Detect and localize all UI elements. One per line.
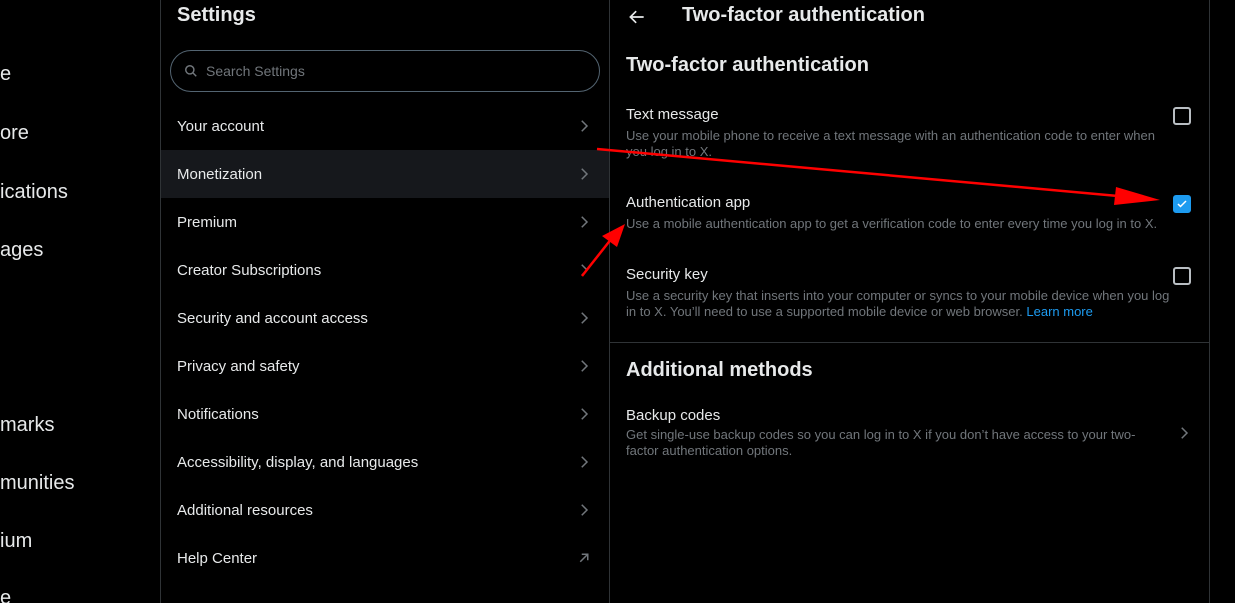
option-label: Text message <box>626 106 719 123</box>
learn-more-link[interactable]: Learn more <box>1026 304 1092 319</box>
checkmark-icon <box>1177 200 1187 208</box>
settings-item-premium[interactable]: Premium <box>161 198 609 246</box>
search-box[interactable] <box>170 50 600 92</box>
chevron-right-icon <box>581 360 589 372</box>
settings-menu: Your account Monetization Premium Creato… <box>161 102 609 582</box>
settings-item-label: Your account <box>177 117 265 135</box>
section-title-additional-methods: Additional methods <box>626 359 813 381</box>
settings-item-label: Notifications <box>177 405 259 423</box>
settings-item-label: Privacy and safety <box>177 357 300 375</box>
settings-item-creator-subscriptions[interactable]: Creator Subscriptions <box>161 246 609 294</box>
nav-item-notifications[interactable]: ications <box>0 181 68 204</box>
settings-item-label: Monetization <box>177 165 263 183</box>
backup-codes-row[interactable]: Backup codes Get single-use backup codes… <box>626 407 1191 459</box>
settings-item-security[interactable]: Security and account access <box>161 294 609 342</box>
option-text-message[interactable]: Text message Use your mobile phone to re… <box>626 106 1191 160</box>
settings-item-help-center[interactable]: Help Center <box>161 534 609 582</box>
option-description: Use a mobile authentication app to get a… <box>626 216 1158 231</box>
two-factor-panel: Two-factor authentication Two-factor aut… <box>609 0 1210 603</box>
settings-item-label: Creator Subscriptions <box>177 261 322 279</box>
chevron-right-icon <box>581 312 589 324</box>
chevron-right-icon <box>581 216 589 228</box>
chevron-right-icon <box>581 120 589 132</box>
nav-item-messages[interactable]: ages <box>0 239 43 262</box>
external-link-icon <box>579 553 589 563</box>
option-description: Use your mobile phone to receive a text … <box>626 128 1155 159</box>
settings-panel: Settings Your account Monetization Premi… <box>160 0 610 603</box>
option-authentication-app[interactable]: Authentication app Use a mobile authenti… <box>626 194 1191 232</box>
back-arrow-icon[interactable] <box>627 7 647 27</box>
backup-codes-description: Get single-use backup codes so you can l… <box>626 427 1136 458</box>
nav-item-home[interactable]: e <box>0 63 11 86</box>
nav-item-bookmarks[interactable]: marks <box>0 414 54 437</box>
settings-item-notifications[interactable]: Notifications <box>161 390 609 438</box>
chevron-right-icon <box>1181 427 1189 439</box>
left-navigation: e ore ications ages marks munities ium e <box>0 0 160 603</box>
option-label: Security key <box>626 266 708 283</box>
chevron-right-icon <box>581 408 589 420</box>
settings-item-accessibility[interactable]: Accessibility, display, and languages <box>161 438 609 486</box>
section-divider <box>609 342 1209 343</box>
settings-item-your-account[interactable]: Your account <box>161 102 609 150</box>
settings-title: Settings <box>177 4 256 26</box>
authentication-app-checkbox[interactable] <box>1173 195 1191 213</box>
nav-item-communities[interactable]: munities <box>0 472 74 495</box>
option-label: Authentication app <box>626 194 751 211</box>
settings-item-additional-resources[interactable]: Additional resources <box>161 486 609 534</box>
security-key-checkbox[interactable] <box>1173 267 1191 285</box>
nav-item-profile[interactable]: e <box>0 587 11 603</box>
chevron-right-icon <box>581 504 589 516</box>
option-security-key[interactable]: Security key Use a security key that ins… <box>626 266 1191 320</box>
settings-item-label: Help Center <box>177 549 258 567</box>
option-description: Use a security key that inserts into you… <box>626 288 1171 320</box>
settings-item-label: Additional resources <box>177 501 313 519</box>
detail-header-title: Two-factor authentication <box>682 4 925 26</box>
settings-item-label: Premium <box>177 213 238 231</box>
chevron-right-icon <box>581 456 589 468</box>
section-title-2fa: Two-factor authentication <box>626 54 869 76</box>
settings-item-label: Security and account access <box>177 309 368 327</box>
search-input[interactable] <box>204 62 588 80</box>
settings-item-monetization[interactable]: Monetization <box>161 150 609 198</box>
nav-item-premium[interactable]: ium <box>0 530 32 553</box>
search-icon <box>185 65 197 77</box>
text-message-checkbox[interactable] <box>1173 107 1191 125</box>
nav-item-explore[interactable]: ore <box>0 122 29 145</box>
settings-item-label: Accessibility, display, and languages <box>177 453 419 471</box>
chevron-right-icon <box>581 264 589 276</box>
detail-header: Two-factor authentication <box>609 0 1209 32</box>
backup-codes-label: Backup codes <box>626 407 721 424</box>
chevron-right-icon <box>581 168 589 180</box>
settings-item-privacy[interactable]: Privacy and safety <box>161 342 609 390</box>
